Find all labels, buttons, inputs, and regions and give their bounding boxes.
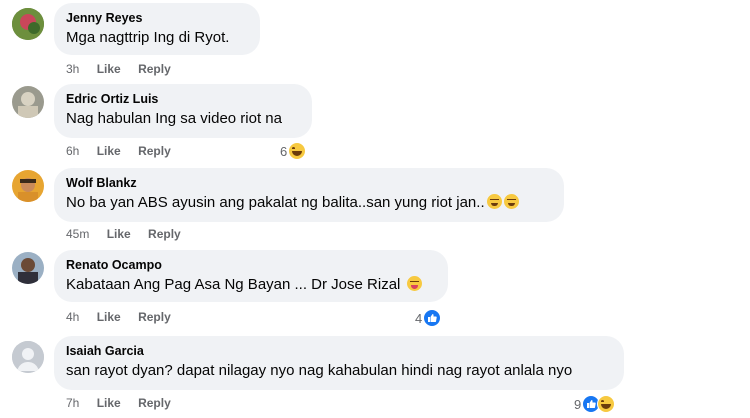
comment-bubble: Edric Ortiz Luis Nag habulan Ing sa vide… [54, 84, 312, 138]
timestamp[interactable]: 6h [66, 144, 79, 158]
comment-actions: 45m Like Reply [66, 227, 181, 241]
comment-text-content: No ba yan ABS ayusin ang pakalat ng bali… [66, 194, 485, 211]
comment-text: Nag habulan Ing sa video riot na [66, 110, 282, 127]
comment-text: san rayot dyan? dapat nilagay nyo nag ka… [66, 362, 573, 379]
reaction-count: 6 [280, 143, 288, 159]
comment-text: No ba yan ABS ayusin ang pakalat ng bali… [66, 193, 552, 213]
reaction-summary[interactable]: 4 [415, 309, 442, 327]
grin-emoji-icon [503, 194, 519, 209]
like-button[interactable]: Like [107, 227, 131, 241]
commenter-name[interactable]: Jenny Reyes [66, 10, 248, 26]
reply-button[interactable]: Reply [138, 396, 171, 410]
reply-button[interactable]: Reply [138, 62, 171, 76]
commenter-name[interactable]: Edric Ortiz Luis [66, 91, 300, 107]
comment-bubble: Wolf Blankz No ba yan ABS ayusin ang pak… [54, 168, 564, 222]
reaction-summary[interactable]: 6 [280, 142, 307, 160]
like-button[interactable]: Like [97, 310, 121, 324]
comment-bubble: Renato Ocampo Kabataan Ang Pag Asa Ng Ba… [54, 250, 448, 302]
timestamp[interactable]: 3h [66, 62, 79, 76]
comment-actions: 7h Like Reply [66, 396, 171, 410]
grin-emoji-icon [486, 194, 502, 209]
comment-actions: 4h Like Reply [66, 310, 171, 324]
timestamp[interactable]: 45m [66, 227, 89, 241]
timestamp[interactable]: 7h [66, 396, 79, 410]
reaction-count: 9 [574, 396, 582, 412]
comment-bubble: Isaiah Garcia san rayot dyan? dapat nila… [54, 336, 624, 390]
comment-bubble: Jenny Reyes Mga nagttrip Ing di Ryot. [54, 3, 260, 55]
haha-reaction-icon [597, 395, 616, 413]
comment-text: Kabataan Ang Pag Asa Ng Bayan ... Dr Jos… [66, 275, 436, 295]
commenter-name[interactable]: Isaiah Garcia [66, 343, 612, 359]
avatar[interactable] [12, 86, 44, 118]
avatar[interactable] [12, 8, 44, 40]
commenter-name[interactable]: Renato Ocampo [66, 257, 436, 273]
comment-actions: 3h Like Reply [66, 62, 171, 76]
tongue-out-emoji-icon [406, 276, 422, 291]
avatar[interactable] [12, 170, 44, 202]
timestamp[interactable]: 4h [66, 310, 79, 324]
reply-button[interactable]: Reply [138, 310, 171, 324]
reply-button[interactable]: Reply [138, 144, 171, 158]
like-button[interactable]: Like [97, 396, 121, 410]
commenter-name[interactable]: Wolf Blankz [66, 175, 552, 191]
reply-button[interactable]: Reply [148, 227, 181, 241]
like-reaction-icon [423, 309, 442, 327]
comment-text: Mga nagttrip Ing di Ryot. [66, 29, 230, 46]
comment-text-content: Kabataan Ang Pag Asa Ng Bayan ... Dr Jos… [66, 276, 401, 293]
like-button[interactable]: Like [97, 144, 121, 158]
avatar[interactable] [12, 252, 44, 284]
avatar[interactable] [12, 341, 44, 373]
reaction-summary[interactable]: 9 [574, 395, 616, 413]
like-button[interactable]: Like [97, 62, 121, 76]
comment-actions: 6h Like Reply [66, 144, 171, 158]
haha-reaction-icon [288, 142, 307, 160]
reaction-count: 4 [415, 310, 423, 326]
